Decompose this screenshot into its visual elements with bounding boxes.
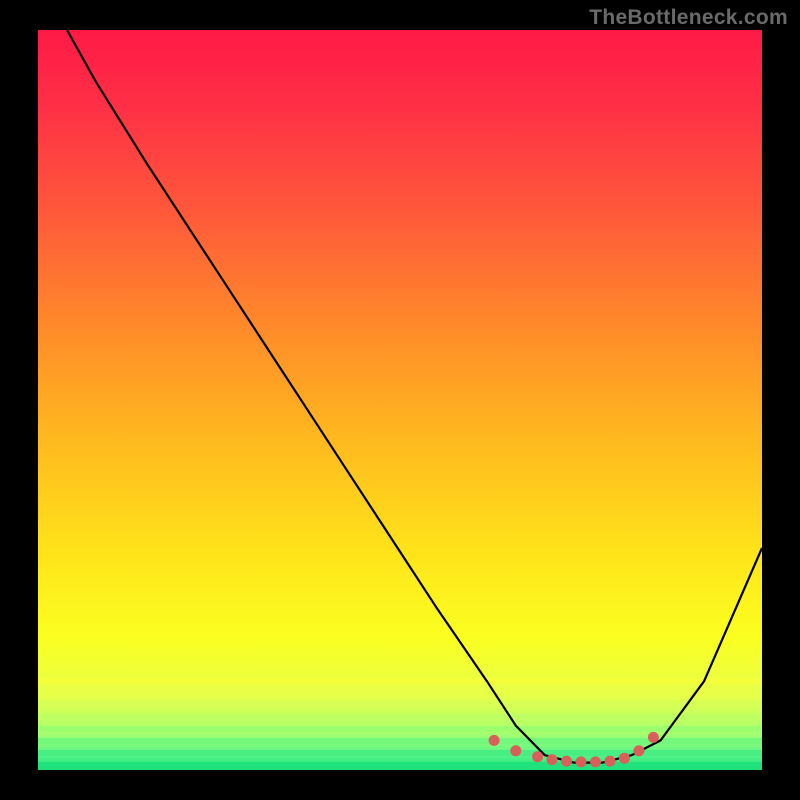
plot-area [38,30,762,770]
highlight-dot [633,745,644,756]
highlight-dot [605,756,616,767]
highlight-dot [576,756,587,767]
watermark-text: TheBottleneck.com [589,6,788,30]
highlight-dot [648,732,659,743]
highlight-dot [510,745,521,756]
chart-container: TheBottleneck.com [0,0,800,800]
bottleneck-curve [38,30,762,770]
highlight-dot [590,756,601,767]
highlight-dot [547,754,558,765]
highlight-dot [619,753,630,764]
highlight-dot [561,756,572,767]
highlight-dot [489,735,500,746]
curve-path [67,30,762,763]
highlight-dot [532,751,543,762]
